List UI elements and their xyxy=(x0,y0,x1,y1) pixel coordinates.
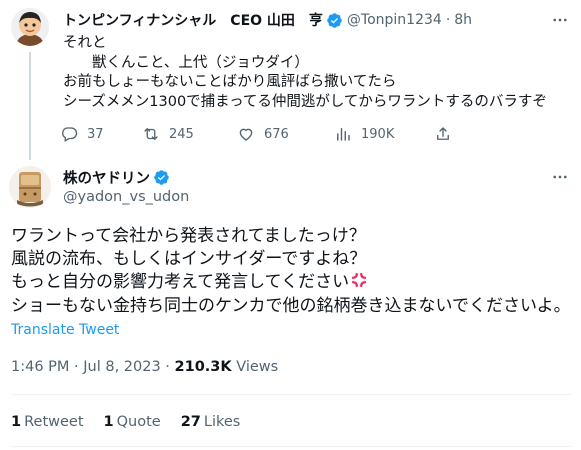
parent-handle[interactable]: @Tonpin1234 xyxy=(347,12,442,28)
retweets-stat[interactable]: 1 Retweet xyxy=(11,414,84,430)
parent-header: トンピンフィナンシャル CEO 山田 亨 @Tonpin1234 · 8h xyxy=(63,10,472,30)
parent-text-line: お前もしょーもないことばかり風評ばら撒いてたら xyxy=(63,74,397,90)
verified-badge-icon xyxy=(154,169,169,185)
engagement-stats: 1 Retweet 1 Quote 27 Likes xyxy=(11,414,260,430)
retweets-stat-label: Retweet xyxy=(24,414,84,430)
reply-icon xyxy=(62,127,78,142)
divider xyxy=(11,446,571,447)
food-photo-avatar-icon xyxy=(9,166,51,208)
parent-tweet[interactable]: トンピンフィナンシャル CEO 山田 亨 @Tonpin1234 · 8h それ… xyxy=(0,0,581,160)
thread-connector-line xyxy=(29,52,31,160)
reply-button[interactable]: 37 xyxy=(60,125,142,143)
tweet-meta: 1:46 PM · Jul 8, 2023 · 210.3K Views xyxy=(11,359,278,375)
retweet-icon xyxy=(144,128,158,140)
reply-count: 37 xyxy=(87,126,104,142)
main-text-line: 風説の流布、もしくはインサイダーですよね？ xyxy=(11,249,367,270)
parent-avatar[interactable] xyxy=(11,8,49,46)
likes-stat-label: Likes xyxy=(203,414,241,430)
main-name-row: 株のヤドリン xyxy=(63,167,170,187)
parent-time[interactable]: 8h xyxy=(454,12,472,28)
likes-stat[interactable]: 27 Likes xyxy=(181,414,241,430)
main-text-line-with-emoji: もっと自分の影響力考えて発言してください xyxy=(11,271,576,294)
views-total: 210.3K xyxy=(174,359,232,375)
main-text-line: ショーもない金持ち同士のケンカで他の銘柄巻き込まないでくださいよ。 xyxy=(11,295,571,316)
main-tweet-text: ワラントって会社から発表されてましたっけ？ 風説の流布、もしくはインサイダーです… xyxy=(11,225,576,318)
parent-tweet-text: それと 獣くんこと、上代（ジョウダイ） お前もしょーもないことばかり風評ばら撒い… xyxy=(63,34,573,112)
views-icon xyxy=(337,128,350,141)
retweet-button[interactable]: 245 xyxy=(142,125,237,143)
main-text-line: もっと自分の影響力考えて発言してください xyxy=(11,272,350,293)
share-icon xyxy=(437,127,449,140)
parent-text-line: それと xyxy=(63,35,107,51)
anger-emoji-icon xyxy=(352,273,367,288)
views-label: Views xyxy=(231,359,279,375)
cartoon-face-avatar-icon xyxy=(11,8,49,46)
timestamp[interactable]: 1:46 PM · Jul 8, 2023 · xyxy=(11,359,175,375)
parent-text-line: 獣くんこと、上代（ジョウダイ） xyxy=(63,54,309,71)
parent-action-bar: 37 245 676 190K xyxy=(60,124,452,144)
retweets-stat-count: 1 xyxy=(11,414,22,430)
main-avatar[interactable] xyxy=(9,166,51,208)
share-button[interactable] xyxy=(434,125,452,143)
views-button[interactable]: 190K xyxy=(334,125,434,143)
translate-tweet-link[interactable]: Translate Tweet xyxy=(11,322,119,338)
main-display-name[interactable]: 株のヤドリン xyxy=(63,167,150,188)
retweet-count: 245 xyxy=(169,126,194,142)
like-icon xyxy=(239,128,253,141)
verified-badge-icon xyxy=(327,12,342,28)
separator-dot: · xyxy=(445,12,451,28)
quotes-stat-label: Quote xyxy=(116,414,161,430)
quotes-stat[interactable]: 1 Quote xyxy=(104,414,161,430)
parent-text-line: シーズメメン1300で捕まってる仲間逃がしてからワラントするのバラすぞ xyxy=(63,93,547,110)
more-icon[interactable] xyxy=(549,11,571,29)
divider xyxy=(11,394,571,395)
main-handle[interactable]: @yadon_vs_udon xyxy=(63,189,189,205)
views-count: 190K xyxy=(361,126,395,142)
quotes-stat-count: 1 xyxy=(103,414,114,430)
like-count: 676 xyxy=(264,126,289,142)
more-icon[interactable] xyxy=(549,168,571,186)
tweet-thread-view: トンピンフィナンシャル CEO 山田 亨 @Tonpin1234 · 8h それ… xyxy=(0,0,581,450)
like-button[interactable]: 676 xyxy=(237,125,334,143)
likes-stat-count: 27 xyxy=(180,414,201,430)
main-text-line: ワラントって会社から発表されてましたっけ？ xyxy=(11,226,366,246)
parent-display-name[interactable]: トンピンフィナンシャル CEO 山田 亨 xyxy=(63,10,323,30)
